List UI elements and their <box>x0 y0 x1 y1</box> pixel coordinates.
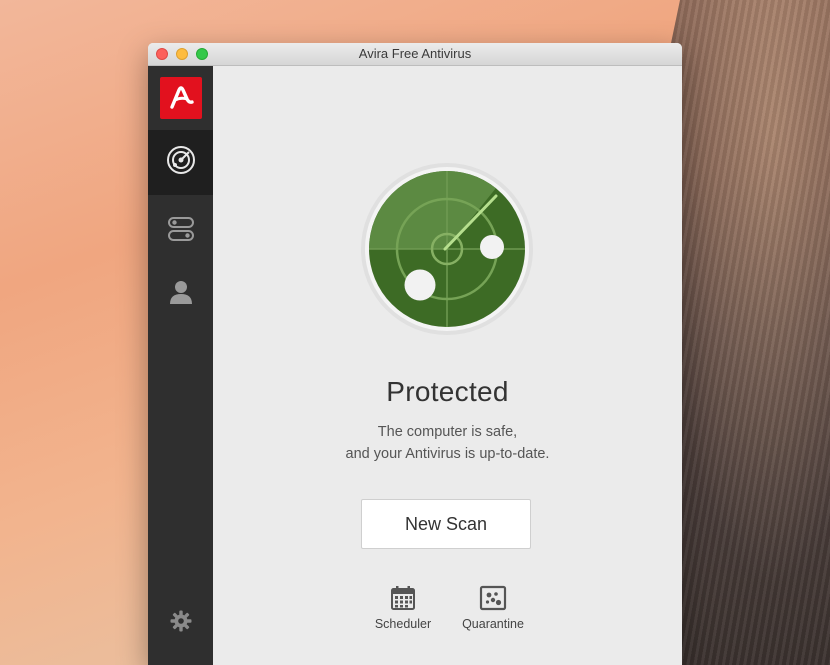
main-content: Protected The computer is safe, and your… <box>213 66 682 665</box>
status-message-line1: The computer is safe, <box>377 424 518 440</box>
sidebar <box>148 66 213 665</box>
user-icon <box>168 279 194 310</box>
status-message-line2: and your Antivirus is up-to-date. <box>345 446 550 462</box>
toggles-icon <box>167 215 195 248</box>
calendar-icon <box>358 585 448 611</box>
window-title: Avira Free Antivirus <box>358 46 472 61</box>
scheduler-button[interactable]: Scheduler <box>358 585 448 631</box>
avira-logo-icon <box>160 77 202 119</box>
sidebar-item-modules[interactable] <box>148 199 213 264</box>
quarantine-label: Quarantine <box>462 617 524 631</box>
status-title: Protected <box>386 376 509 407</box>
gear-icon <box>170 610 192 637</box>
sidebar-item-scan[interactable] <box>148 130 213 195</box>
title-bar[interactable]: Avira Free Antivirus <box>148 43 682 66</box>
settings-button[interactable] <box>148 591 213 656</box>
quarantine-icon <box>448 585 538 611</box>
protection-status-radar-icon <box>361 163 533 335</box>
new-scan-button[interactable]: New Scan <box>361 499 531 549</box>
radar-icon <box>166 145 196 180</box>
sidebar-item-account[interactable] <box>148 262 213 327</box>
quarantine-button[interactable]: Quarantine <box>448 585 538 631</box>
app-window: Avira Free Antivirus Protected The compu… <box>148 43 682 665</box>
scheduler-label: Scheduler <box>374 617 432 631</box>
